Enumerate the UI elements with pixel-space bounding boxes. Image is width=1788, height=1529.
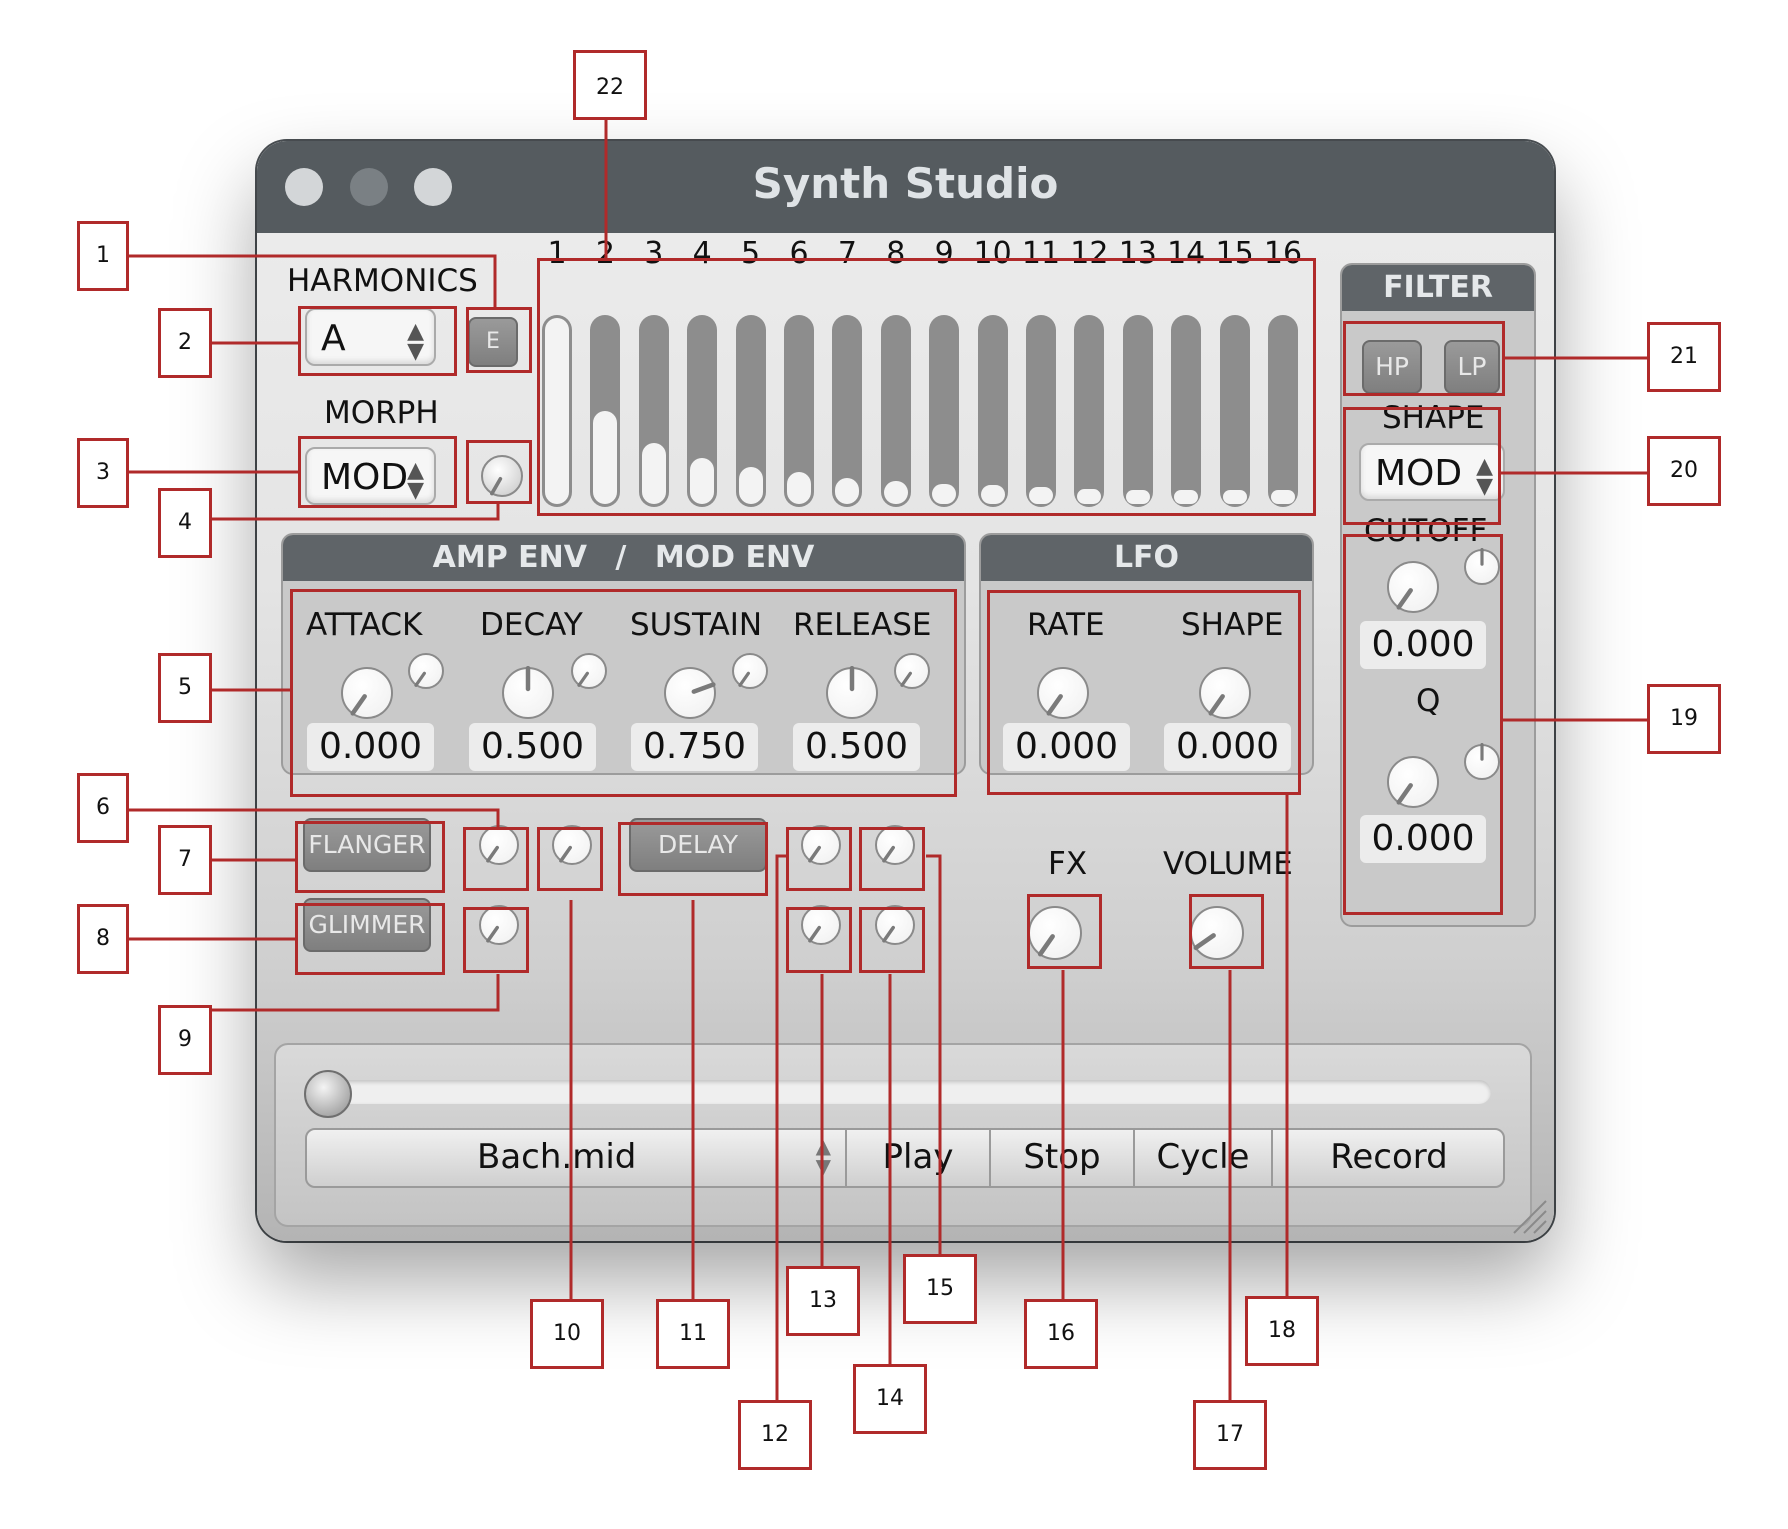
highlight-delay-knob-1 — [786, 827, 852, 891]
highlight-harmonic-bars — [537, 258, 1316, 516]
highlight-lfo-controls — [987, 590, 1301, 795]
highlight-delay-knob-2 — [859, 827, 925, 891]
highlight-filter-cutoff-q — [1343, 534, 1503, 915]
callout-7: 7 — [158, 825, 212, 895]
highlight-flanger-button — [295, 821, 445, 893]
callout-6: 6 — [77, 773, 129, 843]
callout-14: 14 — [853, 1364, 927, 1434]
highlight-fx-knob — [1027, 894, 1102, 969]
callout-2: 2 — [158, 308, 212, 378]
highlight-morph-knob — [466, 440, 532, 504]
callout-19: 19 — [1647, 684, 1721, 754]
callout-9: 9 — [158, 1005, 212, 1075]
callout-1: 1 — [77, 221, 129, 291]
highlight-filter-shape — [1343, 407, 1501, 525]
highlight-filter-buttons — [1343, 321, 1505, 396]
highlight-delay-button — [618, 822, 768, 896]
highlight-glimmer-button — [295, 903, 445, 975]
highlight-morph-select — [298, 436, 457, 508]
highlight-delay-knob-3 — [786, 907, 852, 973]
annotated-screenshot: Synth Studio HARMONICS A ▲ ▼ E MORPH MOD … — [0, 0, 1788, 1529]
callout-8: 8 — [77, 904, 129, 974]
highlight-volume-knob — [1189, 894, 1264, 969]
highlight-harmonics-edit — [466, 307, 532, 373]
callout-12: 12 — [738, 1400, 812, 1470]
highlight-envelope-controls — [290, 589, 957, 797]
callout-3: 3 — [77, 438, 129, 508]
callout-13: 13 — [786, 1266, 860, 1336]
callout-17: 17 — [1193, 1400, 1267, 1470]
callout-11: 11 — [656, 1299, 730, 1369]
highlight-harmonics-select — [298, 306, 457, 376]
highlight-flanger-knob-2 — [537, 827, 603, 891]
callout-15: 15 — [903, 1254, 977, 1324]
callout-20: 20 — [1647, 436, 1721, 506]
highlight-glimmer-knob — [463, 907, 529, 973]
callout-10: 10 — [530, 1299, 604, 1369]
callout-5: 5 — [158, 653, 212, 723]
highlight-delay-knob-4 — [859, 907, 925, 973]
callout-4: 4 — [158, 488, 212, 558]
callout-18: 18 — [1245, 1296, 1319, 1366]
callout-21: 21 — [1647, 322, 1721, 392]
callout-16: 16 — [1024, 1299, 1098, 1369]
highlight-flanger-knob-1 — [463, 827, 529, 891]
callout-22: 22 — [573, 50, 647, 120]
